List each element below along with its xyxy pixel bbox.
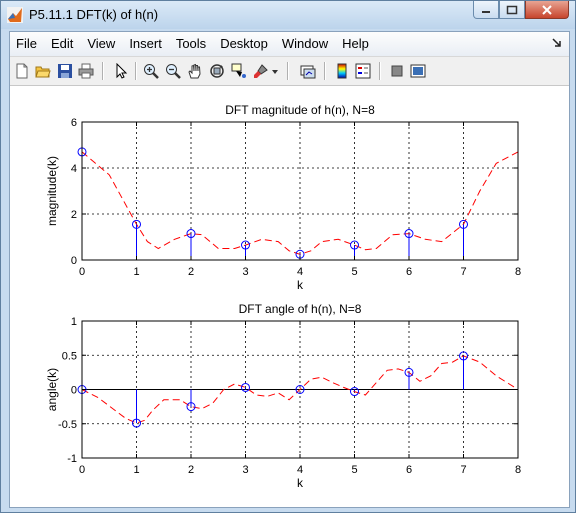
maximize-button[interactable] bbox=[499, 1, 525, 19]
hide-plot-tools-button[interactable] bbox=[388, 62, 406, 80]
insert-legend-button[interactable] bbox=[354, 62, 372, 80]
y-tick-label: 1 bbox=[71, 316, 77, 328]
figure-client-area: File Edit View Insert Tools Desktop Window Help bbox=[9, 31, 570, 508]
zoom-out-button[interactable] bbox=[164, 62, 182, 80]
print-icon bbox=[78, 63, 94, 79]
x-axis-label: k bbox=[297, 278, 304, 292]
link-plot-button[interactable] bbox=[299, 62, 317, 80]
brush-button[interactable] bbox=[252, 62, 270, 80]
menu-bar: File Edit View Insert Tools Desktop Window Help bbox=[10, 32, 569, 56]
open-file-icon bbox=[35, 66, 51, 78]
y-tick-label: 0 bbox=[71, 255, 77, 267]
y-tick-label: -1 bbox=[67, 453, 77, 465]
hide-plot-tools-icon bbox=[391, 65, 403, 77]
minimize-button[interactable] bbox=[473, 1, 499, 19]
matlab-icon bbox=[7, 7, 23, 23]
save-button[interactable] bbox=[56, 62, 74, 80]
chart-title: DFT angle of h(n), N=8 bbox=[239, 302, 362, 316]
zoom-in-button[interactable] bbox=[142, 62, 160, 80]
y-tick-label: 6 bbox=[71, 117, 77, 129]
zoom-in-icon bbox=[144, 64, 159, 79]
brush-dropdown-icon bbox=[272, 70, 278, 74]
menu-desktop[interactable]: Desktop bbox=[213, 32, 275, 56]
x-tick-label: 4 bbox=[297, 266, 303, 278]
menu-tools[interactable]: Tools bbox=[169, 32, 213, 56]
menu-view[interactable]: View bbox=[80, 32, 122, 56]
x-tick-label: 4 bbox=[297, 464, 303, 476]
close-button[interactable] bbox=[525, 1, 569, 19]
colorbar-icon bbox=[337, 63, 347, 79]
pan-button[interactable] bbox=[186, 62, 204, 80]
show-plot-tools-button[interactable] bbox=[409, 62, 427, 80]
zoom-out-icon bbox=[166, 64, 181, 79]
edit-plot-arrow-icon bbox=[116, 63, 128, 79]
close-icon bbox=[542, 4, 552, 15]
maximize-icon bbox=[506, 5, 518, 14]
y-tick-label: 4 bbox=[71, 163, 77, 175]
y-tick-label: 0.5 bbox=[62, 350, 77, 362]
chart-title: DFT magnitude of h(n), N=8 bbox=[225, 103, 375, 117]
brush-dropdown-button[interactable] bbox=[270, 62, 280, 80]
new-figure-button[interactable] bbox=[13, 62, 31, 80]
title-bar[interactable]: P5.11.1 DFT(k) of h(n) bbox=[1, 1, 575, 29]
rotate-3d-icon bbox=[210, 64, 224, 78]
window-title: P5.11.1 DFT(k) of h(n) bbox=[29, 7, 159, 22]
y-tick-label: 2 bbox=[71, 209, 77, 221]
brush-icon bbox=[254, 64, 268, 78]
x-tick-label: 8 bbox=[515, 464, 521, 476]
x-tick-label: 1 bbox=[133, 464, 139, 476]
x-tick-label: 7 bbox=[460, 464, 466, 476]
plot-area: 0 1 2 3 4 5 6 7 8 0 2 4 6 DFT magnitude of h(n), N=8 k… bbox=[45, 103, 521, 490]
x-tick-label: 2 bbox=[188, 266, 194, 278]
dock-figure-icon[interactable] bbox=[551, 37, 563, 49]
x-tick-label: 3 bbox=[242, 464, 248, 476]
x-tick-label: 1 bbox=[133, 266, 139, 278]
edit-plot-button[interactable] bbox=[112, 62, 130, 80]
figure-toolbar bbox=[10, 56, 569, 86]
legend-icon bbox=[355, 63, 371, 79]
x-tick-label: 6 bbox=[406, 464, 412, 476]
x-tick-label: 5 bbox=[351, 266, 357, 278]
figure-window: P5.11.1 DFT(k) of h(n) File Edit View Inser… bbox=[0, 0, 576, 513]
show-plot-tools-icon bbox=[410, 64, 426, 78]
x-tick-label: 8 bbox=[515, 266, 521, 278]
save-icon bbox=[58, 64, 72, 78]
minimize-icon bbox=[482, 10, 490, 13]
x-tick-label: 0 bbox=[79, 464, 85, 476]
menu-window[interactable]: Window bbox=[275, 32, 335, 56]
x-tick-label: 2 bbox=[188, 464, 194, 476]
data-cursor-button[interactable] bbox=[230, 62, 248, 80]
y-axis-label: angle(k) bbox=[45, 368, 59, 411]
link-plot-icon bbox=[300, 65, 316, 79]
axes-1: 0 1 2 3 4 5 6 7 8 0 2 4 6 DFT magnitude of h(n), N=8 k… bbox=[45, 103, 521, 292]
y-tick-label: 0 bbox=[71, 385, 77, 397]
x-tick-label: 3 bbox=[242, 266, 248, 278]
open-file-button[interactable] bbox=[34, 62, 52, 80]
x-tick-label: 5 bbox=[351, 464, 357, 476]
menu-file[interactable]: File bbox=[10, 32, 44, 56]
data-cursor-icon bbox=[231, 63, 246, 78]
menu-help[interactable]: Help bbox=[335, 32, 376, 56]
print-button[interactable] bbox=[77, 62, 95, 80]
menu-edit[interactable]: Edit bbox=[44, 32, 80, 56]
menu-insert[interactable]: Insert bbox=[122, 32, 169, 56]
pan-hand-icon bbox=[188, 63, 201, 79]
y-axis-label: magnitude(k) bbox=[45, 156, 59, 226]
axes-2: 0 1 2 3 4 5 6 7 8 -1 -0.5 0 0.5 1 DFT angle of h(n), N… bbox=[45, 302, 521, 490]
rotate-3d-button[interactable] bbox=[208, 62, 226, 80]
x-tick-label: 0 bbox=[79, 266, 85, 278]
insert-colorbar-button[interactable] bbox=[333, 62, 351, 80]
y-tick-label: -0.5 bbox=[58, 419, 77, 431]
figure-canvas[interactable]: 0 1 2 3 4 5 6 7 8 0 2 4 6 DFT magnitude of h(n), N=8 k… bbox=[10, 86, 569, 507]
x-axis-label: k bbox=[297, 476, 304, 490]
new-figure-icon bbox=[16, 63, 28, 79]
x-tick-label: 7 bbox=[460, 266, 466, 278]
x-tick-label: 6 bbox=[406, 266, 412, 278]
